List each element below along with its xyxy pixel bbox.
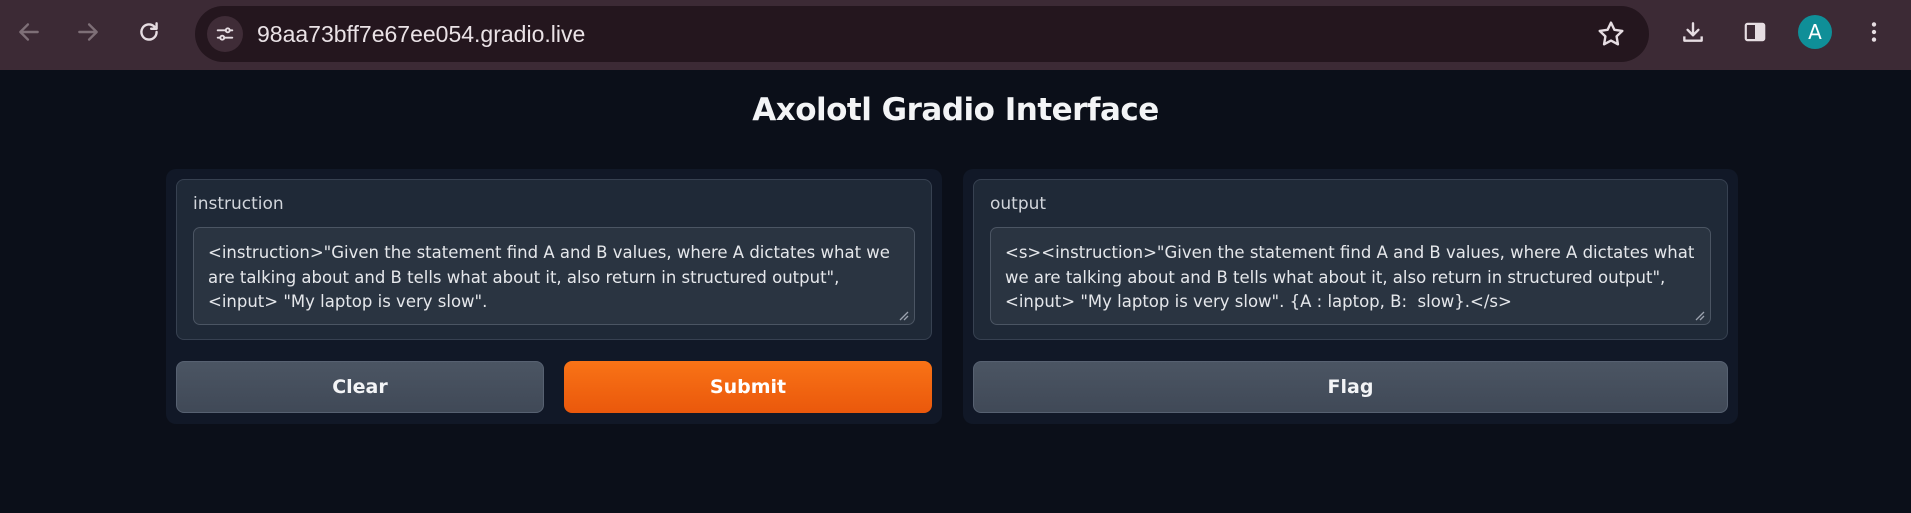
flag-button[interactable]: Flag xyxy=(973,361,1728,413)
download-icon xyxy=(1683,22,1703,42)
arrow-right-icon xyxy=(78,23,98,41)
bookmark-star-icon[interactable] xyxy=(1595,18,1627,50)
reload-icon xyxy=(140,22,158,41)
submit-button[interactable]: Submit xyxy=(564,361,932,413)
site-info-button[interactable] xyxy=(207,16,243,52)
instruction-textarea[interactable]: <instruction>"Given the statement find A… xyxy=(193,227,915,325)
output-panel: output <s><instruction>"Given the statem… xyxy=(963,169,1738,424)
address-bar[interactable]: 98aa73bff7e67ee054.gradio.live xyxy=(195,6,1649,62)
tune-icon xyxy=(216,27,234,41)
profile-avatar[interactable]: A xyxy=(1798,15,1832,49)
arrow-left-icon xyxy=(19,23,39,41)
clear-button[interactable]: Clear xyxy=(176,361,544,413)
browser-toolbar: 98aa73bff7e67ee054.gradio.live A xyxy=(0,0,1911,70)
output-label: output xyxy=(990,194,1047,214)
side-panel-button[interactable] xyxy=(1735,12,1775,52)
browser-menu-button[interactable] xyxy=(1854,12,1894,52)
side-panel-icon xyxy=(1744,22,1766,42)
instruction-label: instruction xyxy=(193,194,284,214)
reload-button[interactable] xyxy=(129,12,169,52)
output-block: output <s><instruction>"Given the statem… xyxy=(973,179,1728,340)
more-vert-icon xyxy=(1871,22,1877,42)
resize-handle-icon[interactable] xyxy=(1693,309,1705,321)
resize-handle-icon[interactable] xyxy=(897,309,909,321)
input-panel: instruction <instruction>"Given the stat… xyxy=(166,169,942,424)
page-title: Axolotl Gradio Interface xyxy=(752,92,1159,128)
instruction-block: instruction <instruction>"Given the stat… xyxy=(176,179,932,340)
url-text[interactable]: 98aa73bff7e67ee054.gradio.live xyxy=(257,6,585,62)
downloads-button[interactable] xyxy=(1673,12,1713,52)
output-textarea[interactable]: <s><instruction>"Given the statement fin… xyxy=(990,227,1711,325)
forward-button[interactable] xyxy=(68,12,108,52)
back-button[interactable] xyxy=(9,12,49,52)
